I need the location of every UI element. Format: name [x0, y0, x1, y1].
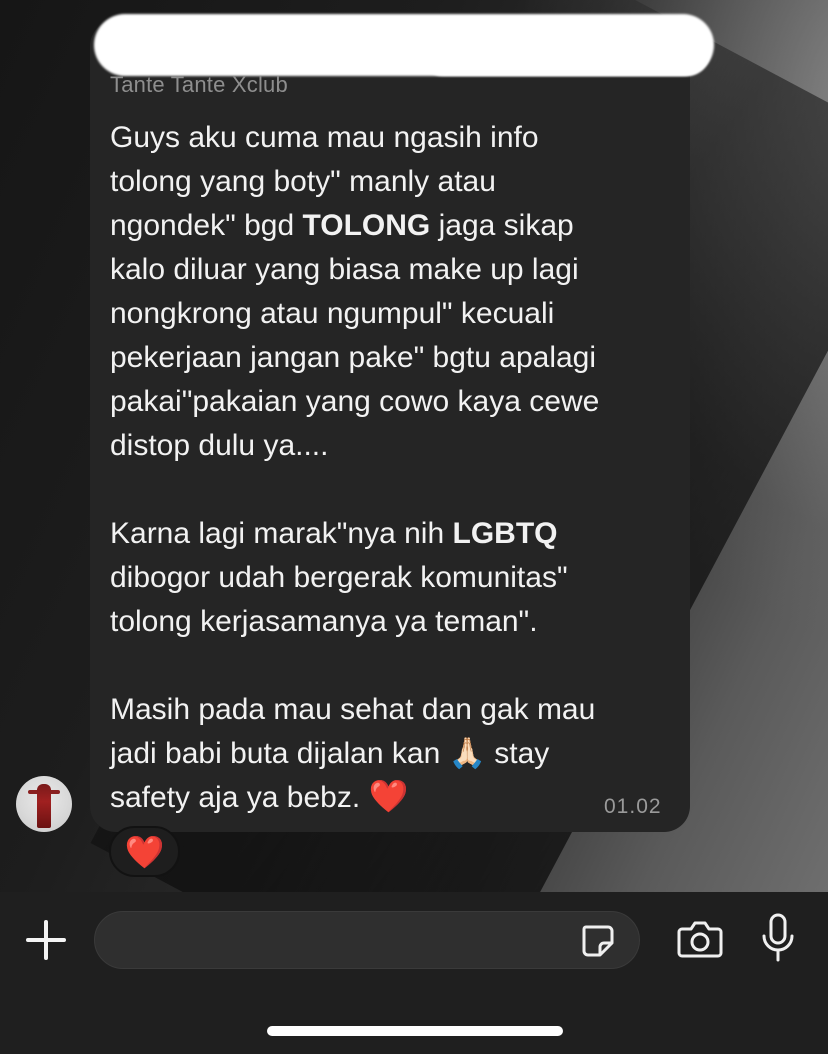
- message-input[interactable]: [117, 924, 567, 958]
- message-line: Guys aku cuma mau ngasih info: [110, 121, 539, 154]
- message-timestamp: 01.02: [604, 795, 662, 818]
- reaction-badge[interactable]: ❤️: [109, 826, 180, 877]
- message-line: tolong kerjasamanya ya teman".: [110, 605, 538, 638]
- sender-name: Tante Tante Xclub: [110, 72, 288, 97]
- home-indicator[interactable]: [267, 1026, 563, 1036]
- camera-icon[interactable]: [676, 918, 724, 960]
- message-line: pekerjaan jangan pake" bgtu apalagi: [110, 341, 597, 374]
- heart-reaction-icon: ❤️: [124, 833, 165, 870]
- message-line: jadi babi buta dijalan kan 🙏🏻 stay: [110, 732, 680, 776]
- message-segment: ngondek" bgd: [110, 209, 303, 242]
- message-line: ngondek" bgd TOLONG jaga sikap: [110, 204, 680, 248]
- message-line: kalo diluar yang biasa make up lagi: [110, 253, 579, 286]
- sticker-icon[interactable]: [578, 921, 618, 961]
- redaction-mark: [420, 30, 710, 76]
- message-segment: safety aja ya bebz.: [110, 781, 369, 814]
- message-segment: jaga sikap: [430, 209, 574, 242]
- message-segment: jadi babi buta dijalan kan: [110, 737, 449, 770]
- message-text: Guys aku cuma mau ngasih info tolong yan…: [110, 116, 680, 820]
- message-line: tolong yang boty" manly atau: [110, 165, 496, 198]
- message-line: pakai"pakaian yang cowo kaya cewe: [110, 385, 600, 418]
- message-input-field[interactable]: [94, 911, 640, 969]
- praying-hands-icon: 🙏🏻: [448, 737, 486, 770]
- message-line: safety aja ya bebz. ❤️: [110, 776, 680, 820]
- message-line: nongkrong atau ngumpul" kecuali: [110, 297, 555, 330]
- sender-avatar[interactable]: [16, 776, 72, 832]
- plus-icon[interactable]: [24, 918, 68, 962]
- message-line: dibogor udah bergerak komunitas": [110, 561, 568, 594]
- message-line: distop dulu ya....: [110, 429, 329, 462]
- message-line: Masih pada mau sehat dan gak mau: [110, 693, 596, 726]
- message-line: Karna lagi marak"nya nih LGBTQ: [110, 512, 680, 556]
- microphone-icon[interactable]: [760, 912, 796, 964]
- avatar-figure: [37, 784, 51, 828]
- bold-text: LGBTQ: [452, 517, 558, 550]
- message-segment: stay: [485, 737, 550, 770]
- heart-icon: ❤️: [368, 778, 409, 814]
- message-segment: Karna lagi marak"nya nih: [110, 517, 453, 550]
- bold-text: TOLONG: [302, 209, 431, 242]
